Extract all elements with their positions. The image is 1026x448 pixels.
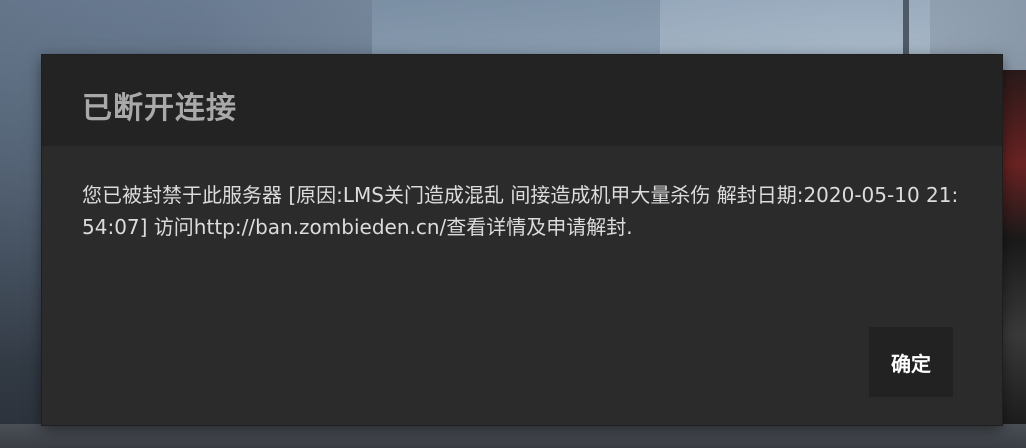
disconnect-dialog: 已断开连接 您已被封禁于此服务器 [原因:LMS关门造成混乱 间接造成机甲大量杀… [42, 55, 1002, 425]
background-character [1000, 70, 1026, 448]
background-sky-window [660, 0, 930, 58]
background-floor [0, 424, 1026, 448]
background-pole [903, 0, 909, 58]
confirm-button[interactable]: 确定 [869, 327, 953, 397]
ban-message: 您已被封禁于此服务器 [原因:LMS关门造成混乱 间接造成机甲大量杀伤 解封日期… [82, 183, 959, 239]
background-building [372, 0, 662, 60]
dialog-header: 已断开连接 [42, 55, 1002, 146]
dialog-title: 已断开连接 [82, 91, 237, 126]
